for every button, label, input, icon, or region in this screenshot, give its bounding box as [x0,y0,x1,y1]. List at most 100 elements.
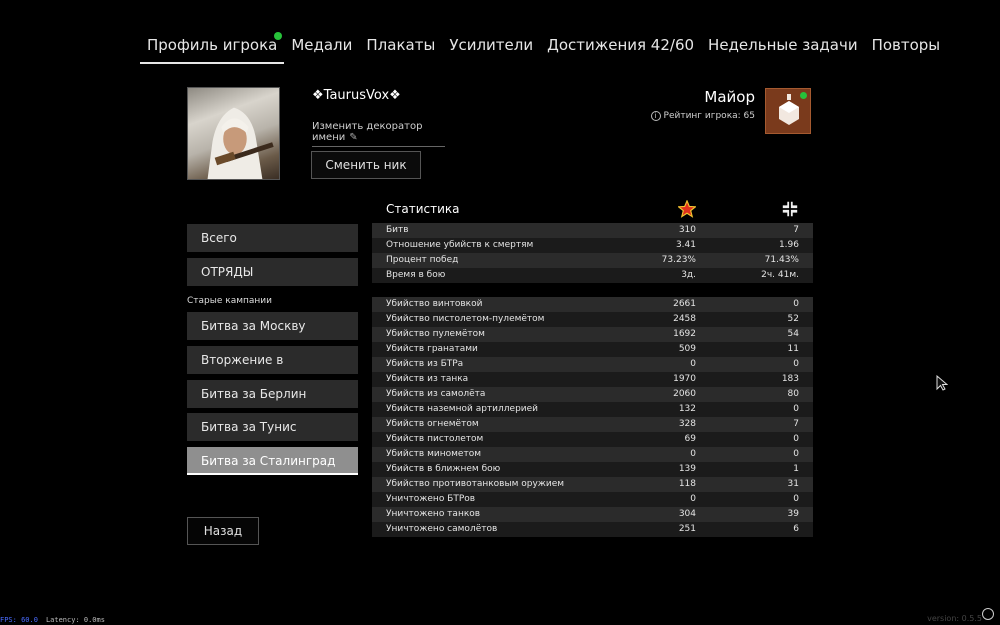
stat-label: Убийств в ближнем бою [386,464,501,474]
tab-4[interactable]: Достижения 42/60 [540,34,701,64]
stat-value-axis: 0 [793,494,799,504]
player-nickname: ❖TaurusVox❖ [312,88,401,103]
stat-value-allies: 73.23% [661,255,696,265]
stat-row: Убийство пулемётом 1692 54 [372,327,813,342]
sidebar-item-berlin[interactable]: Битва за Берлин [187,380,358,408]
stat-label: Убийств гранатами [386,344,478,354]
tab-6[interactable]: Повторы [865,34,948,64]
axis-cross-icon [782,201,798,217]
stat-value-allies: 304 [678,509,696,519]
stat-label: Уничтожено танков [386,509,481,519]
stat-label: Убийство пулемётом [386,329,485,339]
summary-stats-table: Битв 310 7 Отношение убийств к смертям 3.41 1… [372,223,813,283]
stat-row: Убийств из БТРа 0 0 [372,357,813,372]
stat-value-axis: 7 [793,225,799,235]
latency-value: Latency: 0.0ms [45,616,105,624]
stat-label: Уничтожено БТРов [386,494,476,504]
sidebar-item-tunisia[interactable]: Битва за Тунис [187,413,358,441]
stat-label: Убийство пистолетом-пулемётом [386,314,545,324]
stat-row: Убийств гранатами 509 11 [372,342,813,357]
stat-value-allies: 328 [678,419,696,429]
stat-row: Отношение убийств к смертям 3.41 1.96 [372,238,813,253]
stat-value-allies: 139 [678,464,696,474]
stat-row: Битв 310 7 [372,223,813,238]
stat-label: Битв [386,225,409,235]
stat-value-allies: 3.41 [675,240,696,250]
stat-value-axis: 80 [787,389,799,399]
stat-row: Убийств огнемётом 328 7 [372,417,813,432]
stat-row: Убийств из танка 1970 183 [372,372,813,387]
stat-value-axis: 0 [793,434,799,444]
stat-value-axis: 0 [793,299,799,309]
stat-value-allies: 0 [690,449,696,459]
tab-0[interactable]: Профиль игрока [140,32,285,64]
back-button[interactable]: Назад [187,517,259,545]
player-avatar[interactable] [187,87,280,180]
stat-label: Убийств из самолёта [386,389,486,399]
change-nick-button[interactable]: Сменить ник [311,151,421,179]
player-rating: i Рейтинг игрока: 65 [650,111,755,121]
stat-row: Убийство противотанковым оружием 118 31 [372,477,813,492]
version-label: version: 0.5.5 [927,614,982,623]
stat-row: Уничтожено самолётов 251 6 [372,522,813,537]
tab-1[interactable]: Медали [284,34,359,64]
stat-value-allies: 0 [690,494,696,504]
stat-value-axis: 1 [793,464,799,474]
sidebar-item-squads[interactable]: ОТРЯДЫ [187,258,358,286]
stat-value-allies: 2661 [673,299,696,309]
stat-value-allies: 1692 [673,329,696,339]
stat-row: Процент побед 73.23% 71.43% [372,253,813,268]
sidebar-item-normandy[interactable]: Вторжение в Нормандию [187,346,358,395]
sidebar-item-stalingrad[interactable]: Битва за Сталинград [187,447,358,475]
stat-value-axis: 0 [793,449,799,459]
detail-stats-table: Убийство винтовкой 2661 0 Убийство пистолет… [372,297,813,537]
allies-star-icon [678,200,696,218]
decorator-label: Изменить декоратор имени [312,121,423,143]
stat-label: Убийств минометом [386,449,481,459]
stat-value-allies: 2458 [673,314,696,324]
stats-title: Статистика [386,202,460,216]
rating-label: Рейтинг игрока: 65 [663,111,755,121]
stat-value-axis: 11 [787,344,799,354]
tab-label: Медали [291,36,353,54]
stat-row: Убийств наземной артиллерией 132 0 [372,402,813,417]
stat-value-axis: 39 [787,509,799,519]
stat-row: Убийство винтовкой 2661 0 [372,297,813,312]
stat-row: Убийств в ближнем бою 139 1 [372,462,813,477]
stat-label: Время в бою [386,270,446,280]
notification-dot [274,32,283,40]
change-name-decorator-link[interactable]: Изменить декоратор имени ✎ [312,121,445,147]
tab-5[interactable]: Недельные задачи [701,34,865,64]
info-icon[interactable]: i [650,111,661,121]
tab-2[interactable]: Плакаты [359,34,442,64]
stat-value-axis: 6 [793,524,799,534]
fps-counter: FPS: 60.0 Latency: 0.0ms [0,616,105,624]
sidebar-item-moscow[interactable]: Битва за Москву [187,312,358,340]
tab-3[interactable]: Усилители [442,34,540,64]
stat-value-allies: 1970 [673,374,696,384]
stat-row: Убийств минометом 0 0 [372,447,813,462]
tab-label: Достижения 42/60 [547,36,695,54]
stat-label: Убийств наземной артиллерией [386,404,539,414]
sidebar-item-total[interactable]: Всего [187,224,358,252]
stat-label: Убийств из БТРа [386,359,464,369]
tab-label: Профиль игрока [147,36,278,54]
stat-value-axis: 2ч. 41м. [761,270,799,280]
stat-value-allies: 69 [684,434,696,444]
rank-name: Майор [704,88,755,106]
stat-value-axis: 183 [781,374,799,384]
stat-value-allies: 0 [690,359,696,369]
stat-value-axis: 71.43% [764,255,799,265]
rank-insignia[interactable] [765,88,811,134]
stat-value-axis: 52 [787,314,799,324]
stat-row: Уничтожено танков 304 39 [372,507,813,522]
stat-value-axis: 1.96 [778,240,799,250]
top-nav: Профиль игрока Медали Плакаты Усилители Дост… [140,32,948,64]
stat-value-allies: 251 [678,524,696,534]
soldier-portrait-icon [207,107,274,179]
tab-label: Недельные задачи [708,36,858,54]
mouse-cursor-icon [936,375,948,391]
stat-value-allies: 118 [678,479,696,489]
stat-value-axis: 54 [787,329,799,339]
stat-value-allies: 3д. [681,270,696,280]
